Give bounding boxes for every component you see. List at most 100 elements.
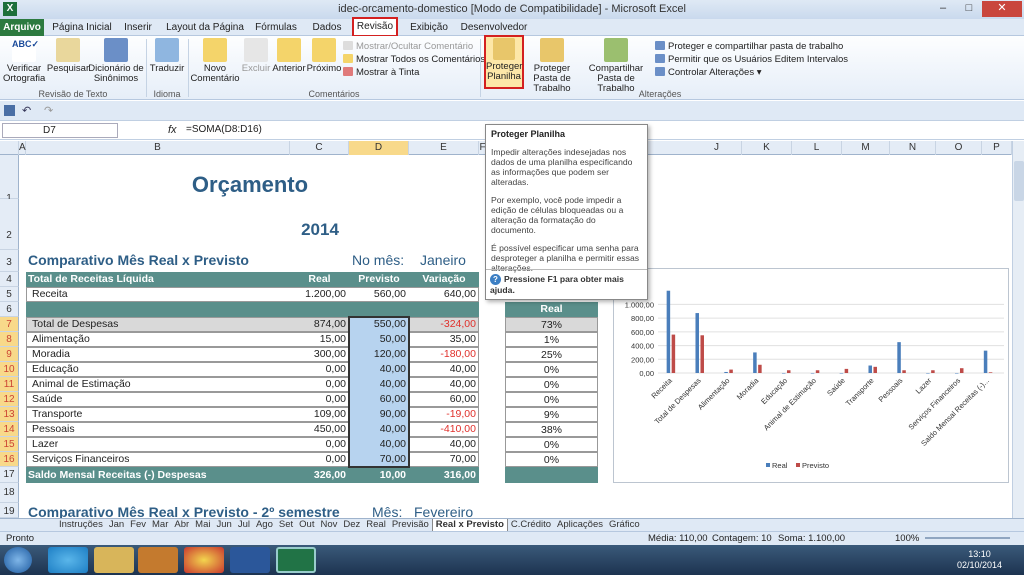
cell-variacao[interactable]: 70,00 [409, 453, 479, 465]
cell-label[interactable]: Transporte [32, 408, 82, 420]
cell-real[interactable]: 0,00 [290, 438, 349, 450]
start-button[interactable] [4, 547, 32, 573]
minimize-button[interactable]: – [930, 1, 956, 17]
tab-pagina-inicial[interactable]: Página Inicial [50, 19, 114, 36]
previous-comment-button[interactable]: Anterior [272, 38, 306, 74]
row-header[interactable]: 9 [0, 347, 19, 362]
row-header[interactable]: 10 [0, 362, 19, 377]
excel-taskbar-icon[interactable] [276, 547, 316, 573]
row-header[interactable]: 2 [0, 199, 19, 250]
new-comment-button[interactable]: Novo Comentário [190, 38, 240, 84]
cell-label[interactable]: Pessoais [32, 423, 75, 435]
row-header[interactable]: 13 [0, 407, 19, 422]
col-header[interactable]: B [26, 141, 290, 155]
cell-real[interactable]: 874,00 [290, 318, 349, 330]
cell-real[interactable]: 0,00 [290, 378, 349, 390]
row-header[interactable]: 16 [0, 452, 19, 467]
save-icon[interactable] [4, 105, 15, 116]
saldo-real[interactable]: 326,00 [290, 469, 349, 481]
cell-real-pct[interactable]: 0% [505, 452, 598, 467]
cell-previsto[interactable]: 560,00 [349, 288, 409, 300]
tab-formulas[interactable]: Fórmulas [250, 19, 302, 36]
tab-exibicao[interactable]: Exibição [404, 19, 454, 36]
show-all-comments-button[interactable]: Mostrar Todos os Comentários [343, 53, 485, 66]
cell-real-pct[interactable]: 73% [505, 317, 598, 332]
cell-label[interactable]: Moradia [32, 348, 70, 360]
cell-label[interactable]: Receita [32, 288, 68, 300]
formula-input[interactable]: =SOMA(D8:D16) [186, 124, 262, 135]
cell-variacao[interactable]: 40,00 [409, 438, 479, 450]
cell-real-pct[interactable]: 0% [505, 362, 598, 377]
cell-previsto[interactable]: 40,00 [350, 377, 409, 392]
cell-label[interactable]: Alimentação [32, 333, 90, 345]
track-changes-button[interactable]: Controlar Alterações ▾ [655, 66, 848, 79]
cell-label[interactable]: Animal de Estimação [32, 378, 131, 390]
cell-variacao[interactable]: 40,00 [409, 378, 479, 390]
cell-real-pct[interactable]: 9% [505, 407, 598, 422]
redo-icon[interactable]: ↷ [44, 104, 53, 117]
cell-real[interactable]: 15,00 [290, 333, 349, 345]
cell-real[interactable]: 300,00 [290, 348, 349, 360]
saldo-previsto[interactable]: 10,00 [349, 469, 409, 481]
show-hide-comment-button[interactable]: Mostrar/Ocultar Comentário [343, 40, 485, 53]
name-box[interactable]: D7 [2, 123, 118, 138]
cell-label[interactable]: Total de Despesas [32, 318, 118, 330]
col-header[interactable]: L [792, 141, 842, 155]
row-header[interactable]: 4 [0, 272, 19, 287]
cell-previsto[interactable]: 90,00 [350, 407, 409, 422]
share-workbook-button[interactable]: Compartilhar Pasta de Trabalho [580, 38, 652, 94]
cell-real-pct[interactable]: 25% [505, 347, 598, 362]
cell-real[interactable]: 0,00 [290, 393, 349, 405]
col-header[interactable]: A [19, 141, 26, 155]
month2-value[interactable]: Fevereiro [414, 504, 473, 518]
zoom-level[interactable]: 100% [895, 533, 919, 544]
cell-variacao[interactable]: 640,00 [409, 288, 479, 300]
row-header[interactable]: 8 [0, 332, 19, 347]
col-header[interactable]: J [692, 141, 742, 155]
cell-variacao[interactable]: 40,00 [409, 363, 479, 375]
protect-sheet-button[interactable]: Proteger Planilha [484, 35, 524, 89]
scroll-thumb[interactable] [1014, 161, 1024, 201]
spelling-button[interactable]: ABC✓ Verificar Ortografia [3, 38, 45, 84]
translate-button[interactable]: Traduzir [148, 38, 186, 74]
col-header[interactable]: N [890, 141, 936, 155]
research-button[interactable]: Pesquisar [46, 38, 90, 74]
cell-previsto[interactable]: 120,00 [350, 347, 409, 362]
next-comment-button[interactable]: Próximo [306, 38, 342, 74]
cell-previsto[interactable]: 40,00 [350, 437, 409, 452]
delete-comment-button[interactable]: Excluir [240, 38, 272, 74]
tab-desenvolvedor[interactable]: Desenvolvedor [458, 19, 530, 36]
col-header[interactable]: M [842, 141, 890, 155]
cell-label[interactable]: Serviços Financeiros [32, 453, 129, 465]
cell-label[interactable]: Saúde [32, 393, 62, 405]
protect-workbook-button[interactable]: Proteger Pasta de Trabalho [524, 38, 580, 94]
word-icon[interactable] [230, 547, 270, 573]
cell-previsto[interactable]: 40,00 [350, 422, 409, 437]
col-header[interactable]: P [982, 141, 1012, 155]
maximize-button[interactable]: □ [956, 1, 982, 17]
thesaurus-button[interactable]: Dicionário de Sinônimos [88, 38, 144, 84]
show-ink-button[interactable]: Mostrar à Tinta [343, 66, 485, 79]
allow-edit-ranges-button[interactable]: Permitir que os Usuários Editem Interval… [655, 53, 848, 66]
row-header[interactable]: 18 [0, 483, 19, 503]
col-header[interactable]: C [290, 141, 349, 155]
row-header[interactable]: 11 [0, 377, 19, 392]
cell-real-pct[interactable]: 38% [505, 422, 598, 437]
cell-previsto[interactable]: 70,00 [350, 452, 409, 467]
tab-dados[interactable]: Dados [308, 19, 346, 36]
fx-icon[interactable]: fx [168, 124, 177, 136]
col-header[interactable]: D [349, 141, 409, 155]
zoom-slider[interactable] [925, 537, 1010, 539]
row-header[interactable]: 17 [0, 467, 19, 483]
cell-real-pct[interactable]: 0% [505, 377, 598, 392]
cell-variacao[interactable]: -410,00 [409, 423, 479, 435]
cell-variacao[interactable]: 60,00 [409, 393, 479, 405]
cell-real[interactable]: 1.200,00 [290, 288, 349, 300]
cell-real[interactable]: 109,00 [290, 408, 349, 420]
tab-arquivo[interactable]: Arquivo [0, 19, 44, 36]
chrome-icon[interactable] [184, 547, 224, 573]
undo-icon[interactable]: ↶ [22, 104, 31, 117]
cell-real[interactable]: 450,00 [290, 423, 349, 435]
month-value[interactable]: Janeiro [420, 252, 466, 268]
cell-variacao[interactable]: -19,00 [409, 408, 479, 420]
